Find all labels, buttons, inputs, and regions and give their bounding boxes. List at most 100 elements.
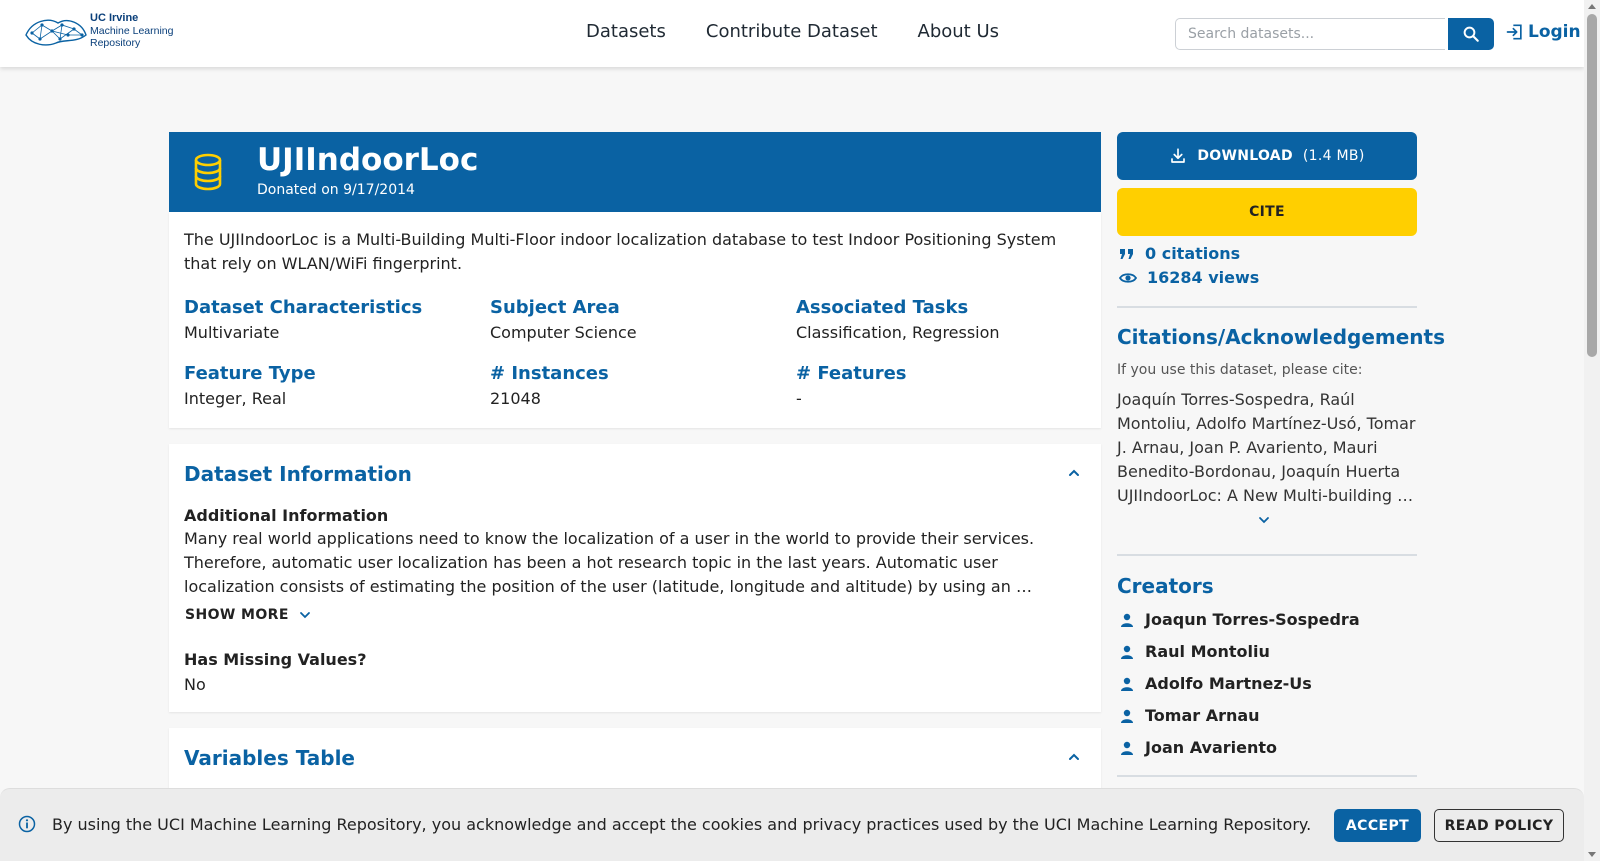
- fact-label: # Features: [796, 363, 907, 384]
- read-policy-label: READ POLICY: [1444, 817, 1554, 834]
- creator-name: Adolfo Martnez-Us: [1145, 674, 1312, 693]
- user-icon: [1121, 645, 1133, 659]
- dataset-facts-grid: Dataset Characteristics Multivariate Sub…: [184, 296, 1084, 412]
- cite-label: CITE: [1249, 204, 1285, 220]
- fact-value: 21048: [490, 389, 541, 408]
- fact-value: Classification, Regression: [796, 323, 1000, 342]
- search-icon: [1463, 26, 1479, 42]
- creator-name: Joaqun Torres-Sospedra: [1145, 610, 1360, 629]
- uci-logo[interactable]: UC Irvine Machine Learning Repository: [24, 12, 173, 50]
- top-navbar: UC Irvine Machine Learning Repository Da…: [0, 0, 1584, 67]
- user-icon: [1121, 677, 1133, 691]
- dataset-header: UJIIndoorLoc Donated on 9/17/2014: [169, 132, 1101, 212]
- main-nav: Datasets Contribute Dataset About Us: [586, 21, 999, 42]
- divider: [1117, 775, 1417, 777]
- creator-item: Joan Avariento: [1119, 738, 1277, 757]
- show-more-button[interactable]: SHOW MORE: [185, 607, 311, 623]
- dataset-summary-card: The UJIIndoorLoc is a Multi-Building Mul…: [169, 212, 1101, 428]
- chevron-up-icon[interactable]: [1067, 468, 1081, 478]
- creator-item: Raul Montoliu: [1119, 642, 1270, 661]
- cite-button[interactable]: CITE: [1117, 188, 1417, 236]
- additional-info-heading: Additional Information: [184, 506, 389, 525]
- chevron-up-icon[interactable]: [1067, 752, 1081, 762]
- missing-values-value: No: [184, 675, 206, 694]
- fact-value: Multivariate: [184, 323, 280, 342]
- creator-name: Tomar Arnau: [1145, 706, 1260, 725]
- citations-count[interactable]: 0 citations: [1119, 244, 1240, 263]
- download-label: DOWNLOAD: [1197, 148, 1293, 164]
- info-icon: [18, 815, 36, 833]
- fact-associated-tasks: Associated Tasks Classification, Regress…: [796, 296, 1084, 346]
- fact-subject-area: Subject Area Computer Science: [490, 296, 796, 346]
- creator-item: Joaqun Torres-Sospedra: [1119, 610, 1360, 629]
- dataset-information-title: Dataset Information: [184, 462, 412, 486]
- dataset-information-card: Dataset Information Additional Informati…: [169, 444, 1101, 712]
- creator-item: Adolfo Martnez-Us: [1119, 674, 1312, 693]
- additional-info-text: Many real world applications need to kno…: [184, 529, 1035, 596]
- logo-line-1: UC Irvine: [90, 12, 139, 24]
- cookie-banner: By using the UCI Machine Learning Reposi…: [0, 788, 1584, 861]
- views-count: 16284 views: [1119, 268, 1259, 287]
- fact-label: Feature Type: [184, 363, 316, 384]
- fact-features: # Features -: [796, 362, 1084, 412]
- nav-about-us[interactable]: About Us: [918, 21, 1000, 42]
- logo-text: UC Irvine Machine Learning Repository: [90, 12, 173, 50]
- creator-item: Tomar Arnau: [1119, 706, 1260, 725]
- logo-line-2: Machine Learning: [90, 24, 174, 37]
- show-more-label: SHOW MORE: [185, 607, 289, 623]
- scrollbar-thumb[interactable]: [1587, 14, 1597, 357]
- quote-icon: [1120, 248, 1133, 259]
- creator-name: Raul Montoliu: [1145, 642, 1270, 661]
- scroll-down-arrow-icon[interactable]: [1588, 852, 1596, 857]
- accept-button[interactable]: ACCEPT: [1334, 809, 1421, 842]
- citation-text: Joaquín Torres-Sospedra, Raúl Montoliu, …: [1117, 390, 1416, 505]
- fact-label: Associated Tasks: [796, 297, 969, 318]
- download-button[interactable]: DOWNLOAD (1.4 MB): [1117, 132, 1417, 180]
- login-icon: [1506, 24, 1522, 40]
- read-policy-button[interactable]: READ POLICY: [1434, 809, 1564, 842]
- login-link[interactable]: Login: [1505, 22, 1581, 42]
- views-label: 16284 views: [1147, 268, 1260, 287]
- fact-value: Computer Science: [490, 323, 637, 342]
- eye-icon: [1119, 272, 1137, 283]
- login-label: Login: [1528, 22, 1581, 42]
- citations-hint: If you use this dataset, please cite:: [1117, 362, 1363, 378]
- chevron-down-icon[interactable]: [1258, 516, 1270, 524]
- chevron-down-icon: [299, 612, 310, 619]
- fact-label: Subject Area: [490, 297, 620, 318]
- missing-values-heading: Has Missing Values?: [184, 650, 367, 669]
- nav-datasets[interactable]: Datasets: [586, 21, 666, 42]
- page-scrollbar[interactable]: [1584, 0, 1600, 861]
- fact-label: Dataset Characteristics: [184, 297, 423, 318]
- fact-characteristics: Dataset Characteristics Multivariate: [184, 296, 490, 346]
- citations-label: 0 citations: [1145, 244, 1241, 263]
- fact-value: Integer, Real: [184, 389, 287, 408]
- download-icon: [1171, 148, 1186, 163]
- network-logo-icon: [25, 19, 87, 46]
- scroll-up-arrow-icon[interactable]: [1588, 4, 1596, 9]
- creator-name: Joan Avariento: [1145, 738, 1277, 757]
- dataset-title: UJIIndoorLoc: [257, 142, 479, 178]
- nav-contribute-dataset[interactable]: Contribute Dataset: [706, 21, 878, 42]
- user-icon: [1121, 613, 1133, 627]
- user-icon: [1121, 741, 1133, 755]
- database-icon: [194, 153, 222, 191]
- fact-feature-type: Feature Type Integer, Real: [184, 362, 490, 412]
- dataset-description: The UJIIndoorLoc is a Multi-Building Mul…: [184, 230, 1057, 273]
- cookie-text: By using the UCI Machine Learning Reposi…: [52, 815, 1312, 834]
- divider: [1117, 306, 1417, 308]
- search-button[interactable]: [1448, 18, 1494, 50]
- logo-line-3: Repository: [90, 37, 141, 49]
- creators-title: Creators: [1117, 574, 1214, 598]
- fact-value: -: [796, 389, 802, 408]
- divider: [1117, 554, 1417, 556]
- donated-date: Donated on 9/17/2014: [257, 182, 415, 198]
- variables-table-title: Variables Table: [184, 746, 355, 770]
- user-icon: [1121, 709, 1133, 723]
- accept-label: ACCEPT: [1345, 817, 1410, 834]
- fact-label: # Instances: [490, 363, 609, 384]
- download-size: (1.4 MB): [1302, 148, 1365, 164]
- fact-instances: # Instances 21048: [490, 362, 796, 412]
- citations-title: Citations/Acknowledgements: [1117, 325, 1446, 349]
- search-input[interactable]: [1175, 18, 1445, 50]
